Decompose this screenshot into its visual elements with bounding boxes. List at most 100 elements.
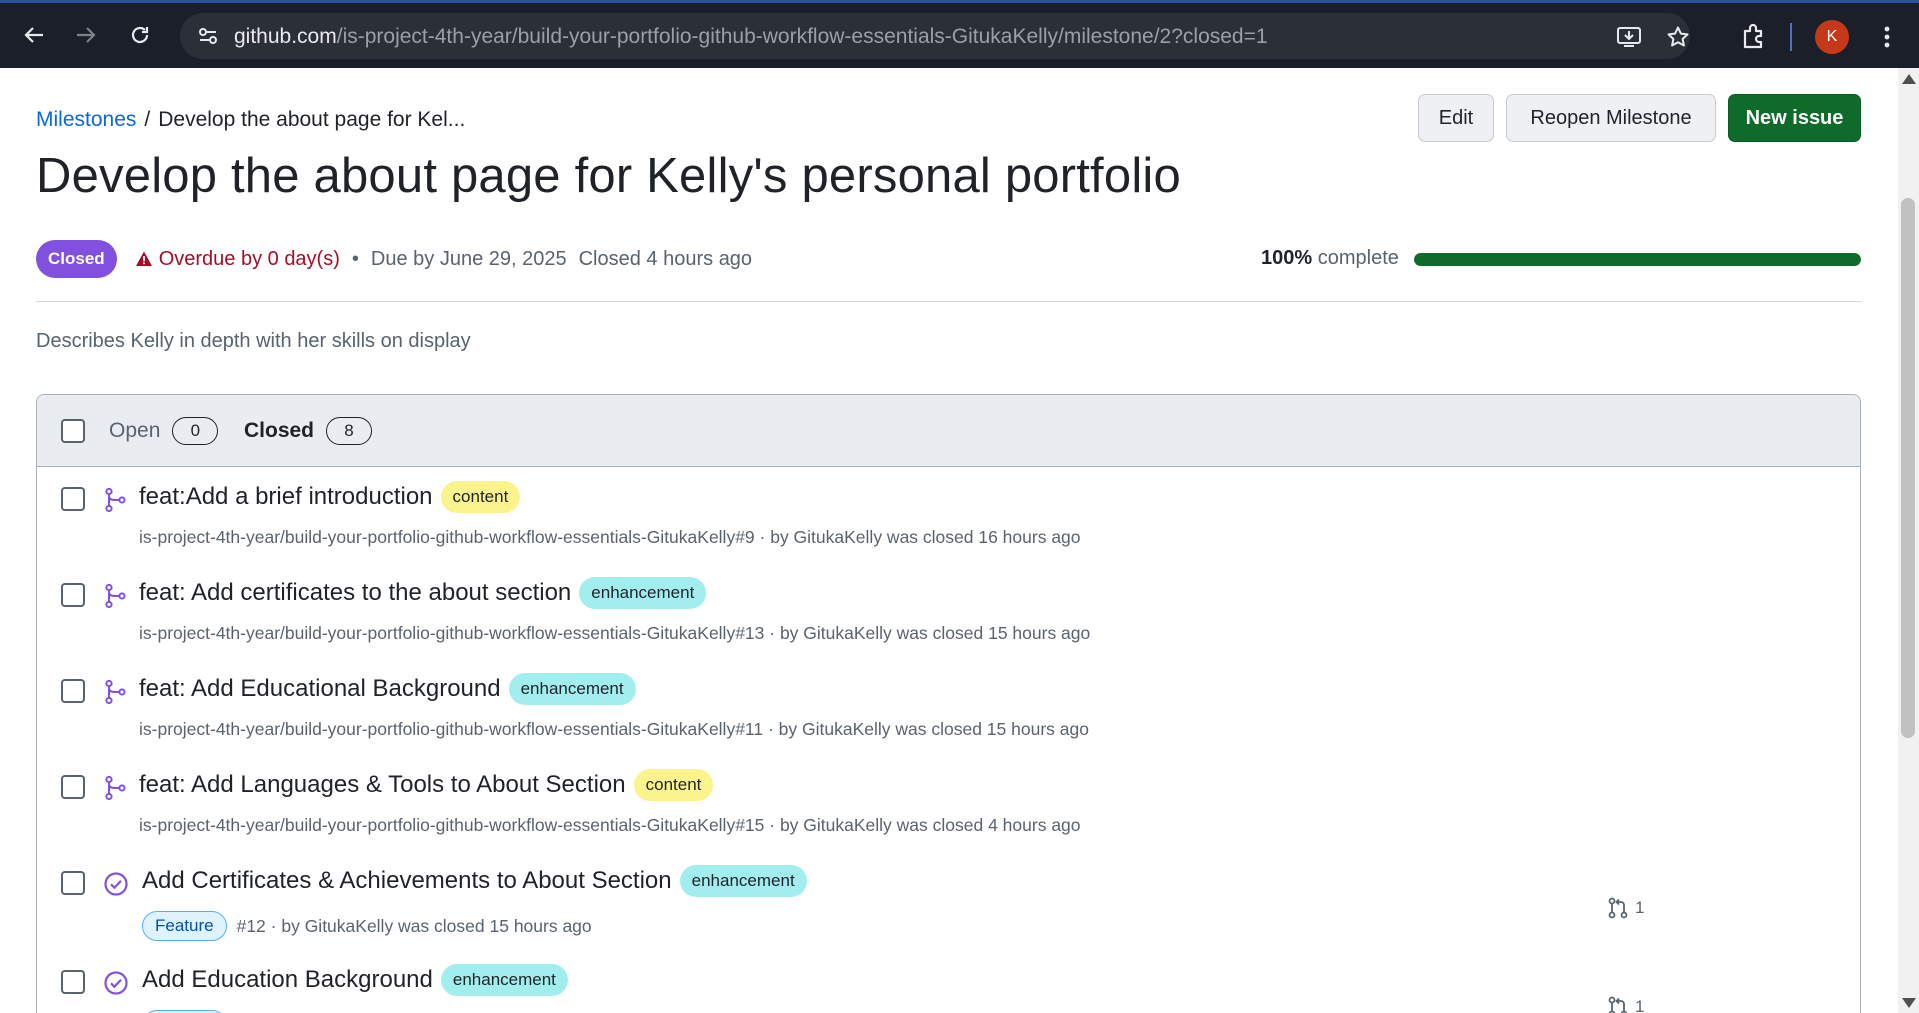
install-app-icon[interactable] (1616, 24, 1642, 50)
issues-list: Open 0 Closed 8 feat:Add a brief introdu… (36, 394, 1861, 1013)
closed-not-planned-icon (105, 487, 126, 513)
issue-meta-row: Feature #12 · by GitukaKelly was closed … (142, 911, 592, 941)
issue-row[interactable]: feat:Add a brief introduction content is… (37, 467, 1860, 563)
progress-suffix: complete (1317, 247, 1399, 269)
breadcrumb-current: Develop the about page for Kel... (158, 108, 466, 131)
issue-title-link[interactable]: feat:Add a brief introduction (139, 483, 433, 511)
issue-meta: is-project-4th-year/build-your-portfolio… (139, 623, 1091, 643)
browser-menu-icon[interactable] (1875, 21, 1899, 53)
linked-pull-requests[interactable]: 1 (1607, 897, 1644, 919)
issue-checkbox[interactable] (61, 970, 85, 994)
issue-title-link[interactable]: Add Education Background (142, 966, 433, 994)
issue-row[interactable]: Add Education Background enhancement Fea… (37, 950, 1860, 1013)
progress-percent: 100% (1261, 247, 1313, 269)
issue-title-row: Add Education Background enhancement (142, 964, 568, 996)
tab-open-label: Open (109, 419, 161, 442)
issue-row[interactable]: feat: Add Languages & Tools to About Sec… (37, 755, 1860, 851)
label-content[interactable]: content (440, 481, 521, 513)
issue-meta: is-project-4th-year/build-your-portfolio… (139, 719, 1089, 739)
due-date: Due by June 29, 2025 (370, 247, 567, 270)
label-enhancement[interactable]: enhancement (579, 577, 707, 609)
forward-button[interactable] (68, 17, 104, 53)
status-badge: Closed (36, 240, 117, 278)
issue-title-row: feat: Add certificates to the about sect… (139, 577, 707, 609)
breadcrumb-milestones-link[interactable]: Milestones (36, 108, 136, 131)
closed-not-planned-icon (105, 775, 126, 801)
issue-row[interactable]: feat: Add certificates to the about sect… (37, 563, 1860, 659)
url-text[interactable]: github.com/is-project-4th-year/build-you… (234, 25, 1268, 49)
issue-row[interactable]: feat: Add Educational Background enhance… (37, 659, 1860, 755)
issue-title-row: feat: Add Languages & Tools to About Sec… (139, 769, 714, 801)
issue-checkbox[interactable] (61, 871, 85, 895)
issue-checkbox[interactable] (61, 487, 85, 511)
pull-request-icon (1608, 996, 1628, 1013)
select-all-checkbox[interactable] (61, 419, 85, 443)
issue-meta: #12 · by GitukaKelly was closed 15 hours… (236, 915, 592, 936)
label-content[interactable]: content (633, 769, 714, 801)
breadcrumb: Milestones / Develop the about page for Ke… (36, 108, 465, 132)
progress-label: 100% complete (1261, 247, 1399, 270)
issue-meta: is-project-4th-year/build-your-portfolio… (139, 815, 1081, 835)
issue-title-link[interactable]: feat: Add Educational Background (139, 675, 501, 703)
issue-type-badge[interactable]: Feature (142, 911, 227, 941)
new-issue-button[interactable]: New issue (1728, 94, 1861, 142)
issue-meta: is-project-4th-year/build-your-portfolio… (139, 527, 1081, 547)
issue-checkbox[interactable] (61, 583, 85, 607)
url-path: /is-project-4th-year/build-your-portfoli… (336, 25, 1268, 48)
browser-toolbar: github.com/is-project-4th-year/build-you… (0, 0, 1919, 68)
issue-closed-icon (104, 872, 128, 896)
scroll-down-arrow-icon[interactable] (1902, 998, 1916, 1008)
issue-title-link[interactable]: Add Certificates & Achievements to About… (142, 867, 672, 895)
reload-button[interactable] (122, 17, 158, 53)
pr-count-value: 1 (1635, 997, 1645, 1013)
pull-request-icon (1608, 897, 1628, 919)
edit-button[interactable]: Edit (1418, 94, 1494, 142)
reload-icon (131, 26, 149, 44)
issue-title-row: feat:Add a brief introduction content (139, 481, 521, 513)
linked-pull-requests[interactable]: 1 (1607, 996, 1644, 1013)
closed-not-planned-icon (105, 679, 126, 705)
reopen-milestone-button[interactable]: Reopen Milestone (1506, 94, 1716, 142)
pr-count-value: 1 (1635, 898, 1645, 917)
issue-checkbox[interactable] (61, 775, 85, 799)
back-button[interactable] (16, 17, 52, 53)
closed-count-badge: 8 (326, 417, 373, 445)
issue-closed-icon (104, 971, 128, 995)
overdue-text: Overdue by 0 day(s) (158, 247, 340, 270)
issue-title-row: feat: Add Educational Background enhance… (139, 673, 636, 705)
label-enhancement[interactable]: enhancement (679, 865, 807, 897)
closed-not-planned-icon (105, 583, 126, 609)
overdue-indicator: Overdue by 0 day(s) (135, 248, 340, 271)
tab-open[interactable]: Open 0 (109, 417, 219, 445)
page-title: Develop the about page for Kelly's perso… (36, 149, 1181, 203)
meta-bullet: • (351, 247, 359, 270)
progress-bar (1414, 253, 1861, 266)
divider (36, 301, 1861, 302)
milestone-meta: Closed Overdue by 0 day(s) • Due by June… (36, 240, 752, 278)
label-enhancement[interactable]: enhancement (508, 673, 636, 705)
issue-title-link[interactable]: feat: Add Languages & Tools to About Sec… (139, 771, 626, 799)
progress-bar-fill (1414, 253, 1861, 266)
tab-closed-label: Closed (244, 419, 315, 442)
profile-avatar[interactable]: K (1815, 20, 1849, 54)
arrow-left-icon (24, 27, 43, 43)
bookmark-star-icon[interactable] (1665, 24, 1691, 50)
issue-row[interactable]: Add Certificates & Achievements to About… (37, 851, 1860, 947)
label-enhancement[interactable]: enhancement (440, 964, 568, 996)
open-count-badge: 0 (172, 417, 219, 445)
issues-list-header: Open 0 Closed 8 (37, 395, 1860, 467)
issue-title-row: Add Certificates & Achievements to About… (142, 865, 807, 897)
address-bar[interactable]: github.com/is-project-4th-year/build-you… (180, 13, 1690, 59)
scroll-up-arrow-icon[interactable] (1902, 74, 1916, 84)
tab-closed[interactable]: Closed 8 (244, 417, 373, 445)
extensions-puzzle-icon[interactable] (1740, 22, 1770, 52)
issue-checkbox[interactable] (61, 679, 85, 703)
url-host: github.com (234, 25, 337, 48)
issue-title-link[interactable]: feat: Add certificates to the about sect… (139, 579, 571, 607)
arrow-right-icon (77, 27, 96, 43)
scrollbar-thumb[interactable] (1901, 198, 1915, 738)
toolbar-separator (1790, 23, 1792, 51)
milestone-description: Describes Kelly in depth with her skills… (36, 330, 471, 352)
closed-time: Closed 4 hours ago (578, 247, 753, 270)
site-settings-icon[interactable] (194, 22, 222, 50)
